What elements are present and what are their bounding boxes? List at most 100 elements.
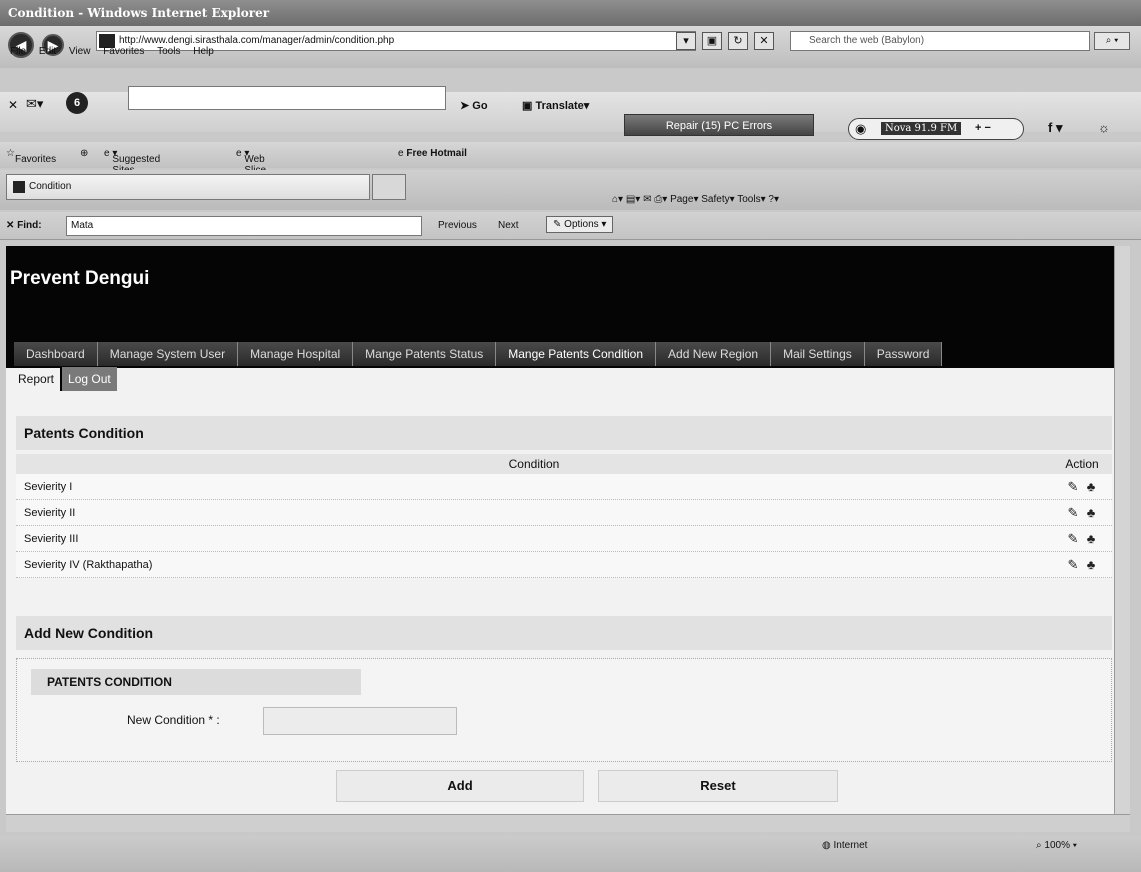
go-button[interactable]: ➤ Go [460,99,488,112]
col-action: Action [1065,457,1099,471]
reset-button[interactable]: Reset [598,770,838,802]
nav-manage-system-user[interactable]: Manage System User [97,342,239,366]
command-tools[interactable]: Tools▾ [737,194,765,205]
mail-icon[interactable]: ✉▾ [26,96,43,112]
find-previous-button[interactable]: Previous [438,220,477,231]
menu-bar: File Edit View Favorites Tools Help [0,46,214,64]
table-header: Condition Action [16,454,1112,474]
nav-password[interactable]: Password [864,342,943,366]
conditions-title: Patents Condition [16,416,1112,450]
find-text: Find: [17,220,42,231]
table-row: Sevierity II ✎ ♣ [16,500,1112,526]
tab-bar: Condition ⌂▾ ▤▾ ✉ ⎙▾ Page▾ Safety▾ Tools… [0,170,1141,210]
edit-icon[interactable]: ✎ [1066,506,1080,519]
nav-mail-settings[interactable]: Mail Settings [771,342,865,366]
menu-item[interactable]: Help [193,46,214,57]
window-titlebar: Condition - Windows Internet Explorer [0,0,1141,26]
zone-indicator: ◍ Internet [822,840,867,851]
help-icon[interactable]: ?▾ [768,194,779,205]
edit-icon[interactable]: ✎ [1066,558,1080,571]
delete-user-icon[interactable]: ♣ [1084,480,1098,493]
command-bar: ⌂▾ ▤▾ ✉ ⎙▾ Page▾ Safety▾ Tools▾ ?▾ [612,194,779,205]
go-icon: ➤ [460,100,470,112]
zoom-control[interactable]: ⌕ 100% ▾ [1036,840,1077,851]
print-icon[interactable]: ⎙▾ [654,194,667,205]
nav-dashboard[interactable]: Dashboard [14,342,98,366]
fav-label: Free Hotmail [406,148,467,159]
repair-button[interactable]: Repair (15) PC Errors [624,114,814,136]
nav-manage-hospital[interactable]: Manage Hospital [238,342,354,366]
site-brand: Prevent Dengui [10,268,150,289]
highlight-icon: ✎ [553,219,562,230]
fav-free-hotmail[interactable]: e Free Hotmail [398,148,467,159]
add-condition-section: Add New Condition PATENTS CONDITION New … [16,616,1112,762]
favorites-label: Favorites [14,154,57,165]
horizontal-scrollbar[interactable] [6,814,1130,832]
stop-icon[interactable]: ✕ [754,32,774,50]
dropdown-icon[interactable]: ▾ [676,32,696,50]
facebook-icon[interactable]: f ▾ [1048,120,1062,136]
condition-name: Sevierity IV (Rakthapatha) [24,559,153,571]
nav-report[interactable]: Report [12,367,63,391]
delete-user-icon[interactable]: ♣ [1084,558,1098,571]
command-page[interactable]: Page▾ [670,194,698,205]
find-options-button[interactable]: ✎ Options ▾ [546,216,614,233]
add-condition-title: Add New Condition [16,616,1112,650]
edit-icon[interactable]: ✎ [1066,480,1080,493]
nav-patents-status[interactable]: Mange Patents Status [353,342,497,366]
delete-user-icon[interactable]: ♣ [1084,532,1098,545]
find-label: ✕ Find: [6,220,42,231]
close-toolbar-icon[interactable]: ✕ [8,98,18,112]
vertical-scrollbar[interactable] [1114,246,1130,814]
edit-icon[interactable]: ✎ [1066,532,1080,545]
compat-view-icon[interactable]: ▣ [702,32,722,50]
add-favorite-icon[interactable]: ⊕ [80,148,88,159]
translate-button[interactable]: ▣ Translate▾ [522,99,589,112]
menu-item[interactable]: File [10,46,26,57]
read-mail-icon[interactable]: ✉ [643,194,651,205]
search-input[interactable]: Search the web (Babylon) [790,31,1090,51]
nav-add-new-region[interactable]: Add New Region [656,342,772,366]
refresh-icon[interactable]: ↻ [728,32,748,50]
delete-user-icon[interactable]: ♣ [1084,506,1098,519]
condition-name: Sevierity I [24,481,73,493]
add-button[interactable]: Add [336,770,584,802]
fav-web-slice-gallery[interactable]: e Web Slice Gallery ▾ [236,148,276,187]
toolbar-logo-icon[interactable]: 6 [66,92,88,114]
col-condition: Condition [508,457,560,471]
window-title: Condition - Windows Internet Explorer [8,6,270,20]
site-nav: Dashboard Manage System User Manage Hosp… [14,342,943,366]
tab-condition[interactable]: Condition [6,174,370,200]
zoom-label: 100% [1044,840,1070,851]
cmd-label: Safety [701,194,730,205]
nav-patents-condition[interactable]: Mange Patents Condition [496,342,657,366]
new-condition-label: New Condition * : [127,713,220,727]
feeds-icon[interactable]: ▤▾ [626,194,640,205]
favorites-button[interactable]: ☆ Favorites [6,148,56,165]
menu-item[interactable]: View [69,46,91,57]
menu-item[interactable]: Edit [39,46,56,57]
home-icon[interactable]: ⌂▾ [612,194,623,205]
conditions-section: Patents Condition Condition Action Sevie… [16,416,1112,578]
nav-log-out[interactable]: Log Out [62,367,117,391]
condition-form: PATENTS CONDITION New Condition * : [16,658,1112,762]
toolbar-input[interactable] [128,86,446,110]
command-safety[interactable]: Safety▾ [701,194,734,205]
new-tab-button[interactable] [372,174,406,200]
radio-widget[interactable]: ◉ Nova 91.9 FM + − [848,118,1024,140]
search-icon[interactable]: ⌕ ▾ [1094,32,1130,50]
form-legend: PATENTS CONDITION [31,669,361,695]
radio-station: Nova 91.9 FM [881,122,962,135]
volume-controls[interactable]: + − [975,122,991,134]
weather-icon[interactable]: ☼ [1098,120,1110,135]
new-condition-input[interactable] [263,707,457,735]
go-label: Go [472,100,488,112]
radio-icon: ◉ [855,121,867,136]
menu-item[interactable]: Favorites [103,46,144,57]
find-input[interactable]: Mata [66,216,422,236]
row-actions: ✎ ♣ [1052,474,1112,499]
menu-item[interactable]: Tools [157,46,180,57]
find-next-button[interactable]: Next [498,220,519,231]
fav-suggested-sites[interactable]: e Suggested Sites ▾ [104,148,160,176]
condition-name: Sevierity II [24,507,76,519]
